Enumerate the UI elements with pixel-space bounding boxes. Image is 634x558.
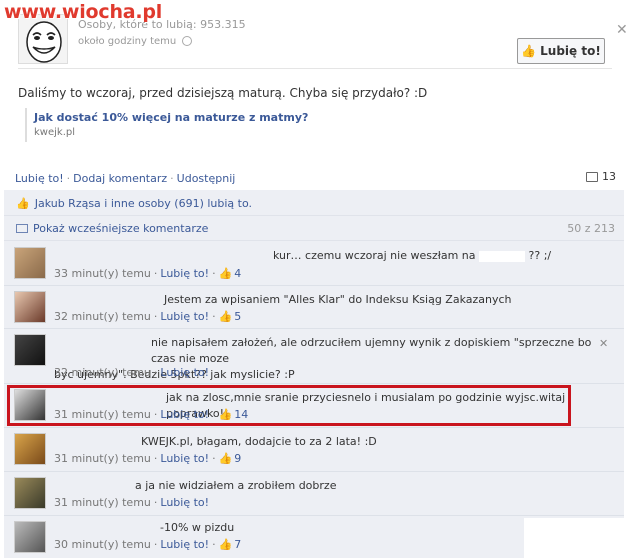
avatar[interactable] [14,477,46,509]
share-link[interactable]: Udostępnij [177,172,236,185]
like-page-button[interactable]: 👍 Lubię to! [517,38,605,64]
comment-text: KWEJK.pl, błagam, dodajcie to za 2 lata!… [141,435,377,448]
comment-likes-value: 5 [234,310,242,323]
link-title[interactable]: Jak dostać 10% więcej na maturze z matmy… [34,111,308,124]
comment-item: KWEJK.pl, błagam, dodajcie to za 2 lata!… [4,428,624,472]
post-time: około godziny temu [78,36,193,47]
comment-like-link[interactable]: Lubię to! [160,496,209,509]
like-page-label: Lubię to! [540,44,601,58]
comment-item: Jestem za wpisaniem "Alles Klar" do Inde… [4,286,624,329]
divider [18,68,612,69]
shared-link[interactable]: Jak dostać 10% więcej na maturze z matmy… [25,108,308,142]
post-time-text: około godziny temu [78,36,177,47]
comment-item: a ja nie widziałem a zrobiłem dobrze 31 … [4,472,624,516]
comment-text: a ja nie widziałem a zrobiłem dobrze [135,479,337,492]
comment-text-b: ?? ;/ [528,249,552,262]
feedback-panel: 👍 Jakub Rząsa i inne osoby (691) lubią t… [4,190,624,558]
post-actions-bar: Lubię to! · Dodaj komentarz · Udostępnij 13 [4,166,624,190]
globe-icon [182,36,193,46]
avatar[interactable] [14,247,46,279]
thumbs-up-icon: 👍 [16,197,30,210]
comment-time: 32 minut(y) temu [54,366,151,379]
comment-like-link[interactable]: Lubię to! [160,267,209,280]
comment-time: 33 minut(y) temu [54,267,151,280]
comment-meta: 32 minut(y) temu · Lubię to! [54,366,210,379]
comment-meta: 32 minut(y) temu · Lubię to! · 👍 5 [54,310,242,323]
close-icon[interactable]: ✕ [616,22,628,38]
comment-time: 32 minut(y) temu [54,310,151,323]
thumbs-up-icon: 👍 [218,267,233,280]
likers-row: 👍 Jakub Rząsa i inne osoby (691) lubią t… [4,192,624,216]
highlight-frame [7,385,571,426]
comment-like-link[interactable]: Lubię to! [160,366,209,379]
add-comment-link[interactable]: Dodaj komentarz [73,172,167,185]
comment-meta: 33 minut(y) temu · Lubię to! · 👍 4 [54,267,242,280]
thumbs-up-icon: 👍 [218,310,233,323]
comment-likes-count[interactable]: 👍 7 [219,538,242,551]
comments-icon [16,224,28,233]
comment-count-value: 13 [602,170,616,183]
comment-likes-count[interactable]: 👍 4 [219,267,242,280]
comment-likes-count[interactable]: 👍 5 [219,310,242,323]
comment-likes-value: 9 [234,452,242,465]
prev-comments-link[interactable]: Pokaż wcześniejsze komentarze [33,222,208,235]
close-icon[interactable]: ✕ [599,337,608,350]
avatar[interactable] [14,521,46,553]
comment-text-a: kur… czemu wczoraj nie weszłam na [273,249,476,262]
avatar[interactable] [14,433,46,465]
thumbs-up-icon: 👍 [218,538,233,551]
likers-link[interactable]: Jakub Rząsa i inne osoby (691) lubią to. [35,197,252,210]
thumbs-up-icon: 👍 [218,452,233,465]
comment-item: kur… czemu wczoraj nie weszłam na ?? ;/ … [4,242,624,286]
comment-meta: 30 minut(y) temu · Lubię to! · 👍 7 [54,538,242,551]
comment-meta: 31 minut(y) temu · Lubię to! · 👍 9 [54,452,242,465]
post-message: Daliśmy to wczoraj, przed dzisiejszą mat… [18,86,428,100]
comment-likes-count[interactable]: 👍 9 [219,452,242,465]
comment-text: kur… czemu wczoraj nie weszłam na ?? ;/ [273,248,551,264]
redacted-block [479,250,526,262]
comment-text: Jestem za wpisaniem "Alles Klar" do Inde… [164,293,512,306]
link-domain: kwejk.pl [34,127,75,138]
watermark-logo: www.wiocha.pl [4,1,163,23]
comment-like-link[interactable]: Lubię to! [160,538,209,551]
comment-icon [586,171,598,182]
comment-like-link[interactable]: Lubię to! [160,452,209,465]
comment-count[interactable]: 13 [586,170,616,183]
like-post-link[interactable]: Lubię to! [15,172,64,185]
comment-time: 30 minut(y) temu [54,538,151,551]
thumbs-up-icon: 👍 [521,44,537,58]
comment-likes-value: 4 [234,267,242,280]
avatar[interactable] [14,291,46,323]
comment-meta: 31 minut(y) temu · Lubię to! [54,496,210,509]
avatar[interactable] [14,334,46,366]
white-patch [524,518,634,558]
prev-comments-count: 50 z 213 [567,222,615,235]
comment-time: 31 minut(y) temu [54,496,151,509]
comment-line-1: nie napisałem założeń, ale odrzuciłem uj… [151,336,592,365]
prev-comments-row[interactable]: Pokaż wcześniejsze komentarze 50 z 213 [4,217,624,241]
comment-likes-value: 7 [234,538,242,551]
comment-text: -10% w pizdu [160,521,235,534]
comment-like-link[interactable]: Lubię to! [160,310,209,323]
comment-time: 31 minut(y) temu [54,452,151,465]
comment-item: nie napisałem założeń, ale odrzuciłem uj… [4,329,624,384]
